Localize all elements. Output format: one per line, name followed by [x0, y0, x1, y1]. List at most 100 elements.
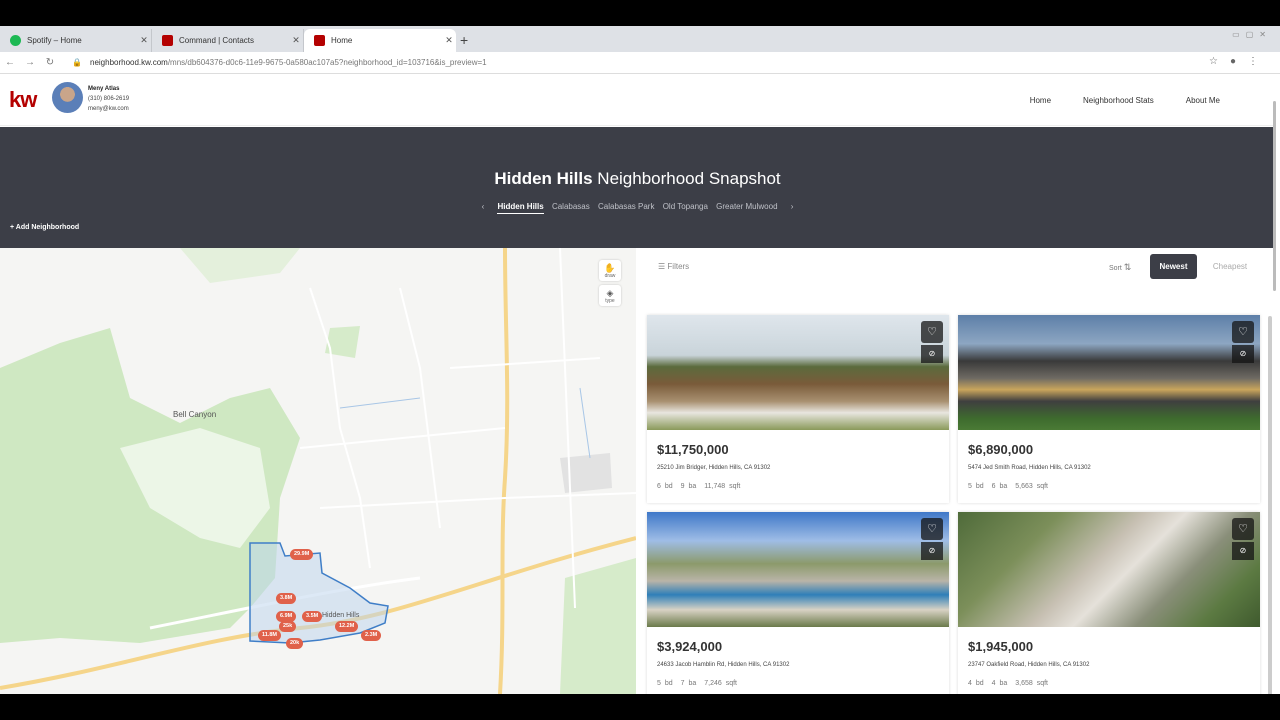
url-path: /mns/db604376-d0c6-11e9-9675-0a580ac107a…: [167, 58, 487, 67]
listing-price: $3,924,000: [657, 639, 723, 654]
listing-card[interactable]: ♡ ⊘ $1,945,000 23747 Oakfield Road, Hidd…: [958, 512, 1260, 694]
kw-icon: [162, 35, 173, 46]
url-host: neighborhood.kw.com: [90, 58, 168, 67]
listing-beds: 5 bd: [968, 483, 984, 490]
close-icon[interactable]: ✕: [137, 35, 151, 46]
map-price-pin[interactable]: 2.3M: [361, 630, 382, 641]
profile-icon[interactable]: ●: [1230, 56, 1248, 67]
close-icon[interactable]: ✕: [442, 35, 456, 46]
hide-icon[interactable]: ⊘: [1232, 542, 1254, 560]
listing-address: 5474 Jed Smith Road, Hidden Hills, CA 91…: [968, 465, 1091, 471]
map-price-pin[interactable]: 12.2M: [335, 621, 359, 632]
hide-icon[interactable]: ⊘: [921, 345, 943, 363]
tab-hidden-hills[interactable]: Hidden Hills: [497, 202, 544, 214]
map-price-pin[interactable]: 11.8M: [258, 630, 281, 641]
map-label-bell-canyon: Bell Canyon: [173, 410, 217, 419]
nav-home[interactable]: Home: [1030, 96, 1051, 105]
heart-icon[interactable]: ♡: [921, 518, 943, 540]
page-scrollbar[interactable]: [1273, 101, 1276, 291]
close-icon[interactable]: ✕: [289, 35, 303, 46]
browser-tab-spotify[interactable]: Spotify – Home ✕: [0, 29, 152, 52]
nav-neighborhood-stats[interactable]: Neighborhood Stats: [1083, 96, 1154, 105]
address-bar: ← → ↻ 🔒 neighborhood.kw.com/mns/db604376…: [0, 52, 1280, 74]
kw-logo[interactable]: kw: [9, 87, 37, 113]
lock-icon[interactable]: 🔒: [72, 58, 84, 67]
tab-calabasas-park[interactable]: Calabasas Park: [598, 202, 654, 211]
sort-newest-button[interactable]: Newest: [1150, 254, 1197, 279]
sort-label: Sort: [1109, 265, 1122, 272]
listing-baths: 6 ba: [991, 483, 1008, 490]
tab-old-topanga[interactable]: Old Topanga: [663, 202, 708, 211]
listing-price: $1,945,000: [968, 639, 1034, 654]
draw-icon: ✋: [604, 263, 616, 273]
listing-specs: 6 bd 9 ba 11,748 sqft: [657, 483, 748, 490]
forward-icon[interactable]: →: [20, 57, 40, 68]
reload-icon[interactable]: ↻: [40, 57, 60, 68]
listing-card[interactable]: ♡ ⊘ $6,890,000 5474 Jed Smith Road, Hidd…: [958, 315, 1260, 503]
chevron-left-icon[interactable]: ‹: [482, 202, 485, 211]
tab-calabasas[interactable]: Calabasas: [552, 202, 590, 211]
listing-card[interactable]: ♡ ⊘ $11,750,000 25210 Jim Bridger, Hidde…: [647, 315, 949, 503]
listings-scrollbar[interactable]: [1268, 316, 1272, 694]
window-controls[interactable]: ▭▢✕: [1232, 30, 1272, 39]
listing-photo[interactable]: ♡ ⊘: [647, 512, 949, 627]
map-tools: ✋ draw ◈ type: [599, 260, 621, 310]
agent-name: Meny Atlas: [88, 86, 120, 92]
tab-title: Spotify – Home: [27, 36, 82, 45]
menu-icon[interactable]: ⋮: [1248, 56, 1270, 67]
listing-photo[interactable]: ♡ ⊘: [647, 315, 949, 430]
type-tool-button[interactable]: ◈ type: [599, 285, 621, 306]
listing-beds: 6 bd: [657, 483, 673, 490]
map-canvas: [0, 248, 636, 694]
chevron-right-icon[interactable]: ›: [791, 202, 794, 211]
map-price-pin[interactable]: 29.9M: [290, 549, 314, 560]
map-price-pin[interactable]: 20k: [286, 638, 304, 649]
add-neighborhood-button[interactable]: + Add Neighborhood: [10, 224, 79, 231]
listing-sqft: 3,658 sqft: [1015, 680, 1048, 687]
url-input[interactable]: neighborhood.kw.com/mns/db604376-d0c6-11…: [90, 58, 487, 67]
listing-baths: 9 ba: [680, 483, 697, 490]
listing-specs: 5 bd 6 ba 5,663 sqft: [968, 483, 1056, 490]
map-panel[interactable]: Bell Canyon Hidden Hills ✋ draw ◈ type 29.…: [0, 248, 636, 694]
hide-icon[interactable]: ⊘: [1232, 345, 1254, 363]
bookmark-star-icon[interactable]: ☆: [1209, 56, 1230, 67]
draw-tool-button[interactable]: ✋ draw: [599, 260, 621, 281]
new-tab-button[interactable]: +: [460, 32, 468, 48]
hide-icon[interactable]: ⊘: [921, 542, 943, 560]
site-header: kw Meny Atlas (310) 806-2619 meny@kw.com…: [0, 74, 1275, 126]
tab-greater-mulwood[interactable]: Greater Mulwood: [716, 202, 777, 211]
hero-banner: Hidden Hills Neighborhood Snapshot ‹ Hid…: [0, 127, 1275, 248]
map-price-pin[interactable]: 3.8M: [276, 593, 297, 604]
listing-sqft: 5,663 sqft: [1015, 483, 1048, 490]
listing-photo[interactable]: ♡ ⊘: [958, 512, 1260, 627]
map-price-pin[interactable]: 25k: [279, 621, 297, 632]
heart-icon[interactable]: ♡: [921, 321, 943, 343]
spotify-icon: [10, 35, 21, 46]
heart-icon[interactable]: ♡: [1232, 518, 1254, 540]
browser-tab-command[interactable]: Command | Contacts ✕: [152, 29, 304, 52]
browser-tab-home[interactable]: Home ✕: [304, 29, 456, 52]
listing-specs: 5 bd 7 ba 7,246 sqft: [657, 680, 745, 687]
map-label-hidden-hills: Hidden Hills: [322, 612, 360, 619]
type-label: type: [605, 298, 615, 304]
screen: Spotify – Home ✕ Command | Contacts ✕ Ho…: [0, 26, 1280, 694]
kw-icon: [314, 35, 325, 46]
neighborhood-tabs: ‹ Hidden Hills Calabasas Calabasas Park …: [0, 202, 1275, 214]
title-suffix: Neighborhood Snapshot: [592, 169, 781, 188]
tab-title: Command | Contacts: [179, 36, 254, 45]
filters-button[interactable]: ☰ Filters: [658, 262, 689, 271]
sort-button[interactable]: Sort ⇅: [1109, 262, 1131, 273]
listing-photo[interactable]: ♡ ⊘: [958, 315, 1260, 430]
sort-cheapest-button[interactable]: Cheapest: [1205, 254, 1255, 279]
heart-icon[interactable]: ♡: [1232, 321, 1254, 343]
nav-about-me[interactable]: About Me: [1186, 96, 1220, 105]
listing-card[interactable]: ♡ ⊘ $3,924,000 24633 Jacob Hamblin Rd, H…: [647, 512, 949, 694]
sort-icon: ⇅: [1123, 262, 1132, 272]
listing-price: $11,750,000: [657, 442, 729, 457]
map-price-pin[interactable]: 3.5M: [302, 611, 323, 622]
listing-address: 24633 Jacob Hamblin Rd, Hidden Hills, CA…: [657, 662, 790, 668]
back-icon[interactable]: ←: [0, 57, 20, 68]
listing-address: 25210 Jim Bridger, Hidden Hills, CA 9130…: [657, 465, 771, 471]
listings-panel: ☰ Filters Sort ⇅ Newest Cheapest ♡ ⊘ $11…: [636, 248, 1275, 694]
agent-email: meny@kw.com: [88, 106, 129, 112]
